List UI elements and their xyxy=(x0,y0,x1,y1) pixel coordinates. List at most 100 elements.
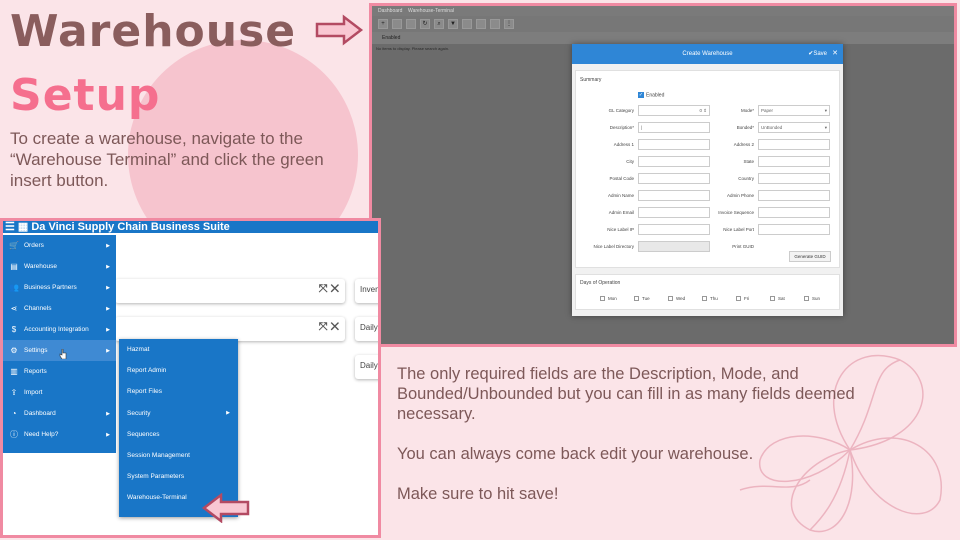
generate-guid-button[interactable]: Generate GUID xyxy=(789,251,831,262)
nice-label-ip-input[interactable] xyxy=(638,224,710,235)
sidebar-item-label: Accounting Integration xyxy=(24,326,89,333)
day-checkbox-tue[interactable]: Tue xyxy=(634,296,650,302)
modal-header: Create Warehouse ✔Save ✕ xyxy=(572,44,843,64)
sidebar-item-label: Reports xyxy=(24,368,47,375)
filter-button[interactable]: ▼ xyxy=(448,19,458,29)
expand-icon[interactable]: ⤧ ✕ xyxy=(319,283,339,296)
country-input[interactable] xyxy=(758,173,830,184)
state-input[interactable] xyxy=(758,156,830,167)
more-button[interactable]: ⋮ xyxy=(504,19,514,29)
gl-category-input[interactable]: 0 ⇕ xyxy=(638,105,710,116)
enabled-checkbox[interactable]: ✓ Enabled xyxy=(638,92,664,98)
sidebar-item-reports[interactable]: ▥ Reports xyxy=(3,361,116,382)
refresh-button[interactable]: ↻ xyxy=(420,19,430,29)
instructions-paragraph: You can always come back edit your wareh… xyxy=(397,445,754,463)
sidebar-item-import[interactable]: ⇪ Import xyxy=(3,382,116,403)
enabled-label: Enabled xyxy=(646,92,665,99)
expand-icon[interactable]: ⤧ ✕ xyxy=(319,321,339,334)
sidebar-item-accounting[interactable]: $ Accounting Integration ▶ xyxy=(3,319,116,340)
submenu-item-system-parameters[interactable]: System Parameters xyxy=(119,466,238,487)
search-button[interactable]: ⌕ xyxy=(434,19,444,29)
sidebar-item-need-help[interactable]: ⓘ Need Help? ▶ xyxy=(3,424,116,445)
admin-name-input[interactable] xyxy=(638,190,710,201)
settings-submenu: Hazmat Report Admin Report Files Securit… xyxy=(119,339,238,517)
delete-button[interactable] xyxy=(476,19,486,29)
insert-button[interactable]: + xyxy=(378,19,388,29)
caret-right-icon: ▶ xyxy=(106,347,110,354)
modal-title: Create Warehouse xyxy=(682,51,733,57)
pointer-arrow-icon xyxy=(201,493,250,523)
caret-right-icon: ▶ xyxy=(106,305,110,312)
submenu-item-sequences[interactable]: Sequences xyxy=(119,424,238,445)
sidebar-item-warehouse[interactable]: ▤ Warehouse ▶ xyxy=(3,256,116,277)
save-button[interactable]: ✔Save xyxy=(808,50,827,57)
mode-label: Mode* xyxy=(740,108,754,113)
bonded-value: UnBonded xyxy=(761,125,783,130)
sidebar-item-label: Channels xyxy=(24,305,52,312)
create-warehouse-screenshot: Dashboard Warehouse-Terminal + ↻ ⌕ ▼ ⋮ E… xyxy=(369,3,957,347)
admin-phone-input[interactable] xyxy=(758,190,830,201)
address2-input[interactable] xyxy=(758,139,830,150)
day-checkbox-mon[interactable]: Mon xyxy=(600,296,617,302)
chart-icon: ▥ xyxy=(10,367,18,376)
nice-label-port-input[interactable] xyxy=(758,224,830,235)
sidebar-item-dashboard[interactable]: ◔ Dashboard ▶ xyxy=(3,403,116,424)
admin-phone-label: Admin Phone xyxy=(726,193,754,198)
dashboard-card: ⤧ ✕ xyxy=(115,279,345,303)
submenu-item-hazmat[interactable]: Hazmat xyxy=(119,339,238,360)
close-icon[interactable]: ✕ xyxy=(832,49,838,57)
day-checkbox-sat[interactable]: Sat xyxy=(770,296,785,302)
description-input[interactable]: | xyxy=(638,122,710,133)
dashboard-card: ⤧ ✕ xyxy=(115,317,345,341)
sidebar-item-orders[interactable]: 🛒 Orders ▶ xyxy=(3,235,116,256)
address1-label: Address 1 xyxy=(613,142,634,147)
checkmark-icon: ✓ xyxy=(638,92,644,98)
edit-button[interactable] xyxy=(392,19,402,29)
address1-input[interactable] xyxy=(638,139,710,150)
sidebar-item-label: Import xyxy=(24,389,43,396)
sidebar-item-business-partners[interactable]: 👥 Business Partners ▶ xyxy=(3,277,116,298)
postal-code-label: Postal Code xyxy=(609,176,634,181)
mode-select[interactable]: Paper ▾ xyxy=(758,105,830,116)
bonded-select[interactable]: UnBonded ▾ xyxy=(758,122,830,133)
tab-dashboard[interactable]: Dashboard xyxy=(378,8,402,14)
city-label: City xyxy=(626,159,634,164)
city-input[interactable] xyxy=(638,156,710,167)
day-checkbox-sun[interactable]: Sun xyxy=(804,296,820,302)
day-checkbox-thu[interactable]: Thu xyxy=(702,296,718,302)
sidebar-item-label: Need Help? xyxy=(24,431,59,438)
pointer-arrow-icon xyxy=(315,14,364,46)
submenu-item-report-files[interactable]: Report Files xyxy=(119,381,238,402)
cart-icon: 🛒 xyxy=(9,241,19,250)
invoice-sequence-input[interactable] xyxy=(758,207,830,218)
sidebar-item-channels[interactable]: ⋖ Channels ▶ xyxy=(3,298,116,319)
hamburger-icon[interactable]: ☰ xyxy=(5,221,15,233)
gl-category-label: GL Category xyxy=(608,108,634,113)
slide-title-line2: Setup xyxy=(10,70,161,121)
sidebar-item-label: Orders xyxy=(24,242,44,249)
bonded-label: Bonded* xyxy=(736,125,754,130)
submenu-item-security[interactable]: Security ▶ xyxy=(119,403,238,424)
admin-email-input[interactable] xyxy=(638,207,710,218)
nice-label-directory-input[interactable] xyxy=(638,241,710,252)
postal-code-input[interactable] xyxy=(638,173,710,184)
day-checkbox-wed[interactable]: Wed xyxy=(668,296,685,302)
mode-value: Paper xyxy=(761,108,774,113)
caret-right-icon: ▶ xyxy=(106,431,110,438)
slide-title-line1: Warehouse xyxy=(10,6,297,57)
export-button[interactable] xyxy=(462,19,472,29)
submenu-item-label: Security xyxy=(127,409,151,417)
copy-button[interactable] xyxy=(406,19,416,29)
settings-button[interactable] xyxy=(490,19,500,29)
tab-warehouse-terminal[interactable]: Warehouse-Terminal xyxy=(408,8,454,14)
gl-category-value: 0 xyxy=(699,108,702,113)
sidebar-item-label: Dashboard xyxy=(24,410,56,417)
submenu-item-report-admin[interactable]: Report Admin xyxy=(119,360,238,381)
instructions-block: The only required fields are the Descrip… xyxy=(397,364,917,524)
app-title: Da Vinci Supply Chain Business Suite xyxy=(31,221,230,233)
upload-icon: ⇪ xyxy=(10,388,18,397)
day-checkbox-fri[interactable]: Fri xyxy=(736,296,749,302)
submenu-item-session-management[interactable]: Session Management xyxy=(119,445,238,466)
create-warehouse-modal: Create Warehouse ✔Save ✕ Summary ✓ Enable… xyxy=(572,44,843,316)
caret-right-icon: ▶ xyxy=(106,410,110,417)
